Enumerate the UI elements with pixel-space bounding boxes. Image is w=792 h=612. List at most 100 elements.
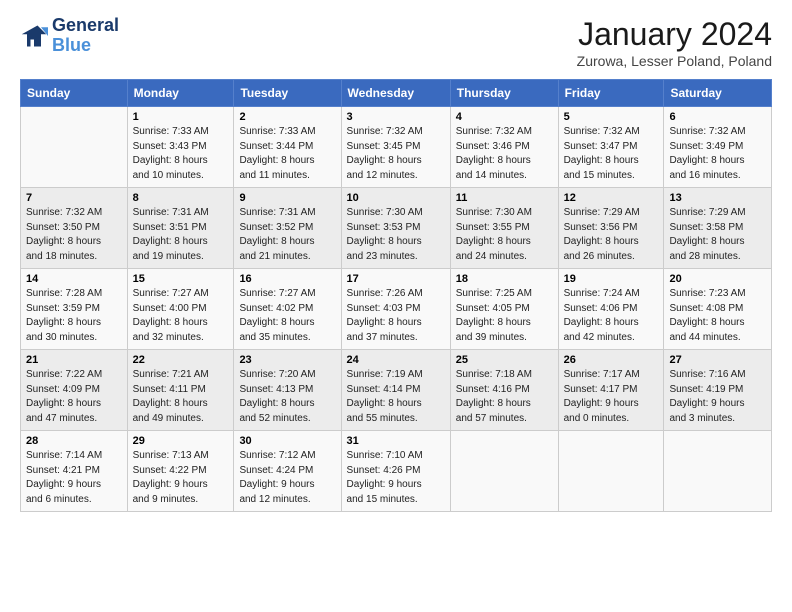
day-cell [664,431,772,512]
day-number: 27 [669,354,766,366]
day-number: 14 [26,273,122,285]
header-monday: Monday [127,80,234,107]
day-info: Sunrise: 7:13 AM Sunset: 4:22 PM Dayligh… [133,449,229,507]
day-cell: 31 Sunrise: 7:10 AM Sunset: 4:26 PM Dayli… [341,431,450,512]
day-info: Sunrise: 7:17 AM Sunset: 4:17 PM Dayligh… [564,368,659,426]
day-number: 19 [564,273,659,285]
page-header: General Blue January 2024 Zurowa, Lesser… [20,16,772,69]
day-number: 1 [133,111,229,123]
day-cell: 3Sunrise: 7:32 AM Sunset: 3:45 PM Daylig… [341,107,450,188]
day-cell: 29 Sunrise: 7:13 AM Sunset: 4:22 PM Dayli… [127,431,234,512]
day-info: Sunrise: 7:31 AM Sunset: 3:51 PM Dayligh… [133,206,229,264]
day-cell [450,431,558,512]
logo-icon [20,22,48,50]
day-cell: 5 Sunrise: 7:32 AM Sunset: 3:47 PM Daylig… [558,107,664,188]
week-row-5: 28Sunrise: 7:14 AM Sunset: 4:21 PM Dayli… [21,431,772,512]
logo-line2: Blue [52,35,91,55]
day-info: Sunrise: 7:29 AM Sunset: 3:58 PM Dayligh… [669,206,766,264]
day-info: Sunrise: 7:21 AM Sunset: 4:11 PM Dayligh… [133,368,229,426]
header-tuesday: Tuesday [234,80,341,107]
week-row-2: 7Sunrise: 7:32 AM Sunset: 3:50 PM Daylig… [21,188,772,269]
day-cell: 23 Sunrise: 7:20 AM Sunset: 4:13 PM Dayli… [234,350,341,431]
week-row-1: 1Sunrise: 7:33 AM Sunset: 3:43 PM Daylig… [21,107,772,188]
day-info: Sunrise: 7:33 AM Sunset: 3:44 PM Dayligh… [239,125,335,183]
day-cell: 24 Sunrise: 7:19 AM Sunset: 4:14 PM Dayli… [341,350,450,431]
day-info: Sunrise: 7:16 AM Sunset: 4:19 PM Dayligh… [669,368,766,426]
day-cell: 26Sunrise: 7:17 AM Sunset: 4:17 PM Dayli… [558,350,664,431]
month-title: January 2024 [577,16,772,53]
day-cell: 2 Sunrise: 7:33 AM Sunset: 3:44 PM Daylig… [234,107,341,188]
day-number: 29 [133,435,229,447]
day-cell: 30 Sunrise: 7:12 AM Sunset: 4:24 PM Dayli… [234,431,341,512]
day-info: Sunrise: 7:31 AM Sunset: 3:52 PM Dayligh… [239,206,335,264]
day-info: Sunrise: 7:19 AM Sunset: 4:14 PM Dayligh… [347,368,445,426]
calendar-body: 1Sunrise: 7:33 AM Sunset: 3:43 PM Daylig… [21,107,772,512]
day-info: Sunrise: 7:28 AM Sunset: 3:59 PM Dayligh… [26,287,122,345]
day-number: 30 [239,435,335,447]
week-row-4: 21 Sunrise: 7:22 AM Sunset: 4:09 PM Dayli… [21,350,772,431]
day-info: Sunrise: 7:20 AM Sunset: 4:13 PM Dayligh… [239,368,335,426]
day-cell: 17Sunrise: 7:26 AM Sunset: 4:03 PM Dayli… [341,269,450,350]
day-info: Sunrise: 7:24 AM Sunset: 4:06 PM Dayligh… [564,287,659,345]
day-info: Sunrise: 7:10 AM Sunset: 4:26 PM Dayligh… [347,449,445,507]
day-number: 2 [239,111,335,123]
day-cell: 6 Sunrise: 7:32 AM Sunset: 3:49 PM Daylig… [664,107,772,188]
day-cell: 25 Sunrise: 7:18 AM Sunset: 4:16 PM Dayli… [450,350,558,431]
day-number: 8 [133,192,229,204]
calendar-table: SundayMondayTuesdayWednesdayThursdayFrid… [20,79,772,512]
calendar-header-row: SundayMondayTuesdayWednesdayThursdayFrid… [21,80,772,107]
day-number: 21 [26,354,122,366]
day-number: 25 [456,354,553,366]
day-info: Sunrise: 7:32 AM Sunset: 3:45 PM Dayligh… [347,125,445,183]
day-info: Sunrise: 7:12 AM Sunset: 4:24 PM Dayligh… [239,449,335,507]
logo-line1: General [52,16,119,36]
day-cell [21,107,128,188]
day-cell: 14 Sunrise: 7:28 AM Sunset: 3:59 PM Dayli… [21,269,128,350]
day-cell: 27 Sunrise: 7:16 AM Sunset: 4:19 PM Dayli… [664,350,772,431]
header-wednesday: Wednesday [341,80,450,107]
day-number: 15 [133,273,229,285]
day-info: Sunrise: 7:14 AM Sunset: 4:21 PM Dayligh… [26,449,122,507]
day-number: 7 [26,192,122,204]
day-number: 9 [239,192,335,204]
header-friday: Friday [558,80,664,107]
logo-text: General Blue [52,16,119,56]
day-cell: 7Sunrise: 7:32 AM Sunset: 3:50 PM Daylig… [21,188,128,269]
header-thursday: Thursday [450,80,558,107]
day-cell: 9 Sunrise: 7:31 AM Sunset: 3:52 PM Daylig… [234,188,341,269]
day-number: 24 [347,354,445,366]
day-cell: 15 Sunrise: 7:27 AM Sunset: 4:00 PM Dayli… [127,269,234,350]
day-number: 16 [239,273,335,285]
day-cell: 28Sunrise: 7:14 AM Sunset: 4:21 PM Dayli… [21,431,128,512]
day-number: 6 [669,111,766,123]
day-cell: 12Sunrise: 7:29 AM Sunset: 3:56 PM Dayli… [558,188,664,269]
day-number: 31 [347,435,445,447]
day-cell [558,431,664,512]
day-number: 4 [456,111,553,123]
day-number: 20 [669,273,766,285]
day-info: Sunrise: 7:26 AM Sunset: 4:03 PM Dayligh… [347,287,445,345]
day-number: 5 [564,111,659,123]
day-number: 22 [133,354,229,366]
day-cell: 8 Sunrise: 7:31 AM Sunset: 3:51 PM Daylig… [127,188,234,269]
day-cell: 21 Sunrise: 7:22 AM Sunset: 4:09 PM Dayli… [21,350,128,431]
day-info: Sunrise: 7:30 AM Sunset: 3:53 PM Dayligh… [347,206,445,264]
day-number: 18 [456,273,553,285]
day-info: Sunrise: 7:32 AM Sunset: 3:46 PM Dayligh… [456,125,553,183]
day-info: Sunrise: 7:29 AM Sunset: 3:56 PM Dayligh… [564,206,659,264]
logo: General Blue [20,16,119,56]
day-info: Sunrise: 7:32 AM Sunset: 3:49 PM Dayligh… [669,125,766,183]
day-info: Sunrise: 7:23 AM Sunset: 4:08 PM Dayligh… [669,287,766,345]
day-info: Sunrise: 7:27 AM Sunset: 4:00 PM Dayligh… [133,287,229,345]
day-info: Sunrise: 7:18 AM Sunset: 4:16 PM Dayligh… [456,368,553,426]
day-info: Sunrise: 7:32 AM Sunset: 3:47 PM Dayligh… [564,125,659,183]
day-info: Sunrise: 7:22 AM Sunset: 4:09 PM Dayligh… [26,368,122,426]
day-cell: 10Sunrise: 7:30 AM Sunset: 3:53 PM Dayli… [341,188,450,269]
day-number: 11 [456,192,553,204]
day-info: Sunrise: 7:25 AM Sunset: 4:05 PM Dayligh… [456,287,553,345]
day-number: 23 [239,354,335,366]
title-block: January 2024 Zurowa, Lesser Poland, Pola… [577,16,772,69]
day-cell: 1Sunrise: 7:33 AM Sunset: 3:43 PM Daylig… [127,107,234,188]
day-cell: 18 Sunrise: 7:25 AM Sunset: 4:05 PM Dayli… [450,269,558,350]
day-number: 13 [669,192,766,204]
